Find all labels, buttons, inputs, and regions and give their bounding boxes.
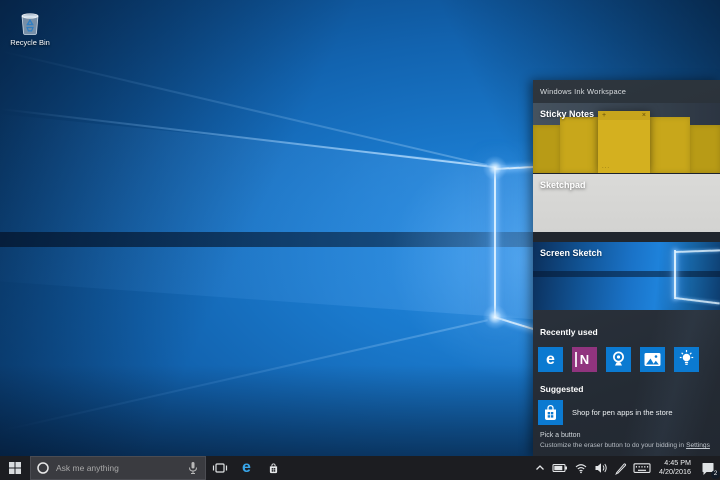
customize-eraser-text: Customize the eraser button to do your b… [540,442,716,449]
panel-lower-area: Recently used e N [533,310,720,456]
suggested-item-text: Shop for pen apps in the store [572,408,673,417]
sticky-note-preview [533,125,560,173]
recently-used-tiles: e N [538,347,699,372]
sticky-note-preview [650,117,690,173]
photos-icon [640,347,665,372]
store-icon [266,461,281,476]
sticky-note-close-icon: × [642,111,646,120]
settings-link[interactable]: Settings [686,442,710,449]
sticky-note-dots: ... [602,164,610,170]
recycle-bin-label: Recycle Bin [2,38,58,47]
touch-keyboard-button[interactable] [630,456,654,480]
cortana-search-box[interactable] [30,456,206,480]
keyboard-icon [633,462,651,474]
wifi-icon [574,462,588,474]
task-view-icon [212,461,228,475]
pick-a-button-label: Pick a button [540,432,716,439]
sticky-notes-section[interactable]: Sticky Notes + × ... [533,103,720,173]
cortana-icon [36,461,50,475]
onenote-icon: N [580,353,589,366]
recent-app-edge[interactable]: e [538,347,563,372]
ink-workspace-panel: Windows Ink Workspace Sticky Notes + × .… [533,80,720,456]
taskbar: e [0,456,720,480]
sticky-notes-title: Sticky Notes [540,109,594,119]
recent-app-tips[interactable] [674,347,699,372]
store-tile [538,400,563,425]
suggested-label: Suggested [540,384,583,394]
store-taskbar-button[interactable] [260,456,287,480]
wallpaper-dark-band [0,232,533,247]
sketchpad-title: Sketchpad [540,180,586,190]
search-input[interactable] [50,463,187,473]
sticky-note-add-icon: + [602,111,606,120]
speaker-icon [594,462,608,474]
sticky-note-preview [690,125,720,173]
edge-taskbar-button[interactable]: e [233,456,260,480]
windows-logo-icon [8,461,22,475]
windows-ink-workspace-button[interactable] [611,456,630,480]
action-center-button[interactable]: 2 [696,456,720,480]
volume-button[interactable] [591,456,611,480]
store-icon [538,400,563,425]
panel-footer: Pick a button Customize the eraser butto… [540,432,716,449]
sticky-note-preview: + × ... [598,111,650,173]
sketchpad-section[interactable]: Sketchpad [533,173,720,232]
network-button[interactable] [571,456,591,480]
suggested-item[interactable]: Shop for pen apps in the store [538,400,716,425]
battery-button[interactable] [549,456,571,480]
screen-sketch-thumbnail-band [533,271,720,277]
pen-icon [614,462,627,475]
screen-sketch-section[interactable]: Screen Sketch [533,242,720,310]
battery-icon [552,462,568,474]
camera-icon [606,347,631,372]
start-button[interactable] [0,456,30,480]
recycle-bin-icon [2,8,58,36]
sticky-note-preview [560,117,598,173]
wallpaper-window-edge [494,167,496,318]
screen-sketch-thumbnail-window-edge [674,250,676,299]
edge-icon: e [546,352,555,368]
panel-section-divider [533,232,720,242]
edge-icon: e [242,460,251,476]
recent-app-photos[interactable] [640,347,665,372]
notification-badge: 2 [711,470,720,479]
clock-date: 4/20/2016 [659,468,691,477]
recently-used-label: Recently used [540,327,598,337]
screen-sketch-title: Screen Sketch [540,248,602,258]
chevron-up-icon [534,463,546,473]
recent-app-camera[interactable] [606,347,631,372]
sticky-note-header: + × [598,111,650,120]
system-tray: 4:45 PM 4/20/2016 2 [531,456,720,480]
desktop: Recycle Bin Windows Ink Workspace Sticky… [0,0,720,480]
onenote-strip [575,352,577,367]
clock[interactable]: 4:45 PM 4/20/2016 [654,459,696,476]
microphone-icon[interactable] [187,461,199,475]
task-view-button[interactable] [206,456,233,480]
recent-app-onenote[interactable]: N [572,347,597,372]
recycle-bin[interactable]: Recycle Bin [2,8,58,47]
lightbulb-icon [674,347,699,372]
ink-workspace-title: Windows Ink Workspace [540,87,626,96]
ink-workspace-header: Windows Ink Workspace [533,80,720,103]
show-hidden-icons-button[interactable] [531,456,549,480]
